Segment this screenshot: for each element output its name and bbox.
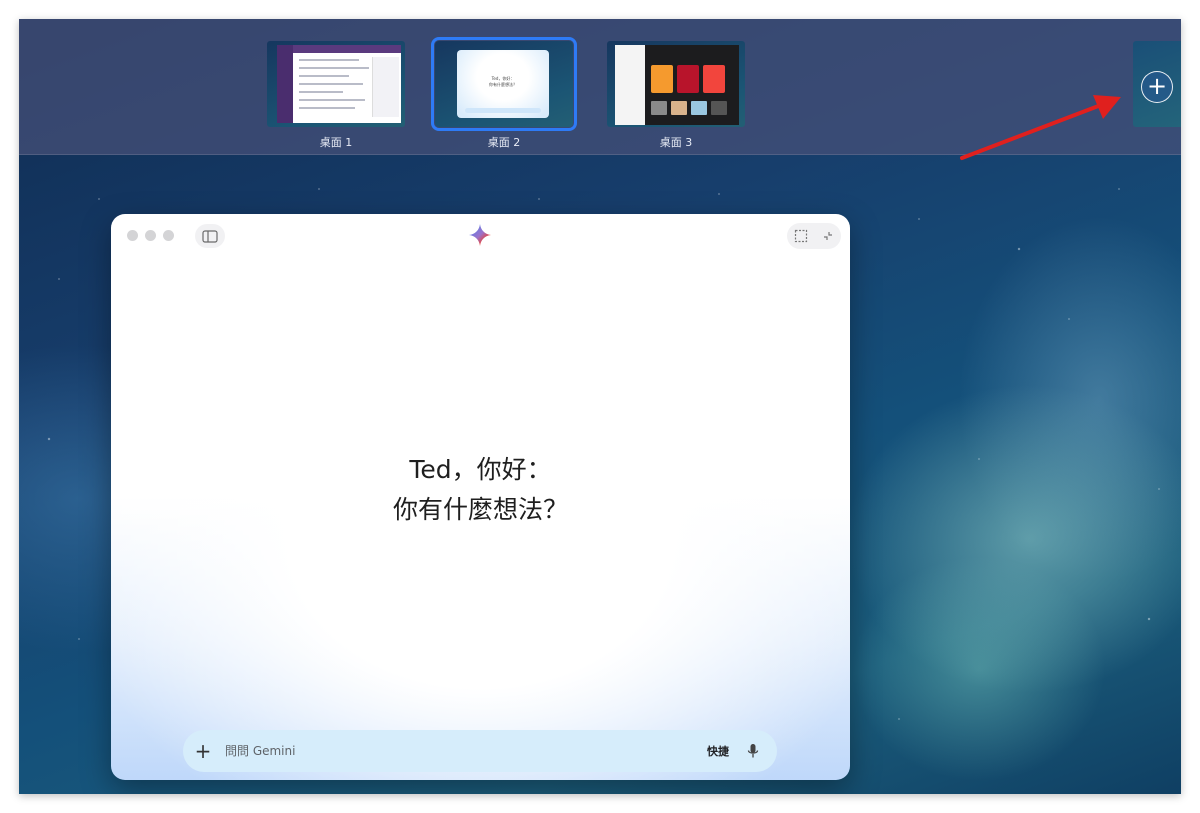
window-tools bbox=[787, 223, 841, 249]
plus-icon: + bbox=[194, 739, 212, 763]
screenshot-icon[interactable] bbox=[794, 229, 808, 243]
minimize-window-button[interactable] bbox=[145, 230, 156, 241]
zoom-window-button[interactable] bbox=[163, 230, 174, 241]
space-thumbnail-2[interactable]: Ted，你好： 你有什麼想法？ bbox=[431, 37, 577, 131]
mic-button[interactable] bbox=[743, 743, 763, 759]
space-label-1: 桌面 1 bbox=[319, 136, 353, 149]
sidebar-icon bbox=[202, 229, 218, 243]
add-space-button[interactable]: + bbox=[1141, 71, 1173, 103]
window-controls bbox=[127, 230, 174, 241]
space-label-3: 桌面 3 bbox=[659, 136, 693, 149]
plus-icon: + bbox=[1146, 72, 1168, 100]
greeting-text: Ted，你好： 你有什麼想法？ bbox=[111, 450, 850, 530]
space-thumbnail-3[interactable] bbox=[607, 41, 745, 127]
sidebar-toggle-button[interactable] bbox=[195, 224, 225, 248]
space-label-2: 桌面 2 bbox=[487, 136, 521, 149]
thumbnail-window: Ted，你好： 你有什麼想法？ bbox=[457, 50, 549, 118]
greeting-line-1: Ted，你好： bbox=[409, 455, 552, 484]
space-thumbnail-1[interactable] bbox=[267, 41, 405, 127]
thumbnail-window bbox=[277, 45, 401, 123]
add-space-area: + bbox=[1133, 41, 1181, 127]
thumbnail-window bbox=[615, 45, 739, 125]
prompt-input[interactable] bbox=[223, 743, 707, 759]
greeting-line-2: 你有什麼想法？ bbox=[392, 495, 568, 524]
close-window-button[interactable] bbox=[127, 230, 138, 241]
desktop-screen: 桌面 1 Ted，你好： 你有什麼想法？ 桌面 2 桌面 3 + Ted，你好：… bbox=[19, 19, 1181, 794]
gemini-spark-icon bbox=[469, 224, 491, 246]
mic-icon bbox=[747, 744, 759, 758]
gemini-window: Ted，你好： 你有什麼想法？ + 快捷 bbox=[111, 214, 850, 780]
shortcut-button[interactable]: 快捷 bbox=[707, 743, 729, 759]
collapse-icon[interactable] bbox=[822, 230, 834, 242]
add-attachment-button[interactable]: + bbox=[183, 739, 223, 763]
mission-control-spaces-bar: 桌面 1 Ted，你好： 你有什麼想法？ 桌面 2 桌面 3 + bbox=[19, 19, 1181, 155]
prompt-bar: + 快捷 bbox=[183, 730, 777, 772]
